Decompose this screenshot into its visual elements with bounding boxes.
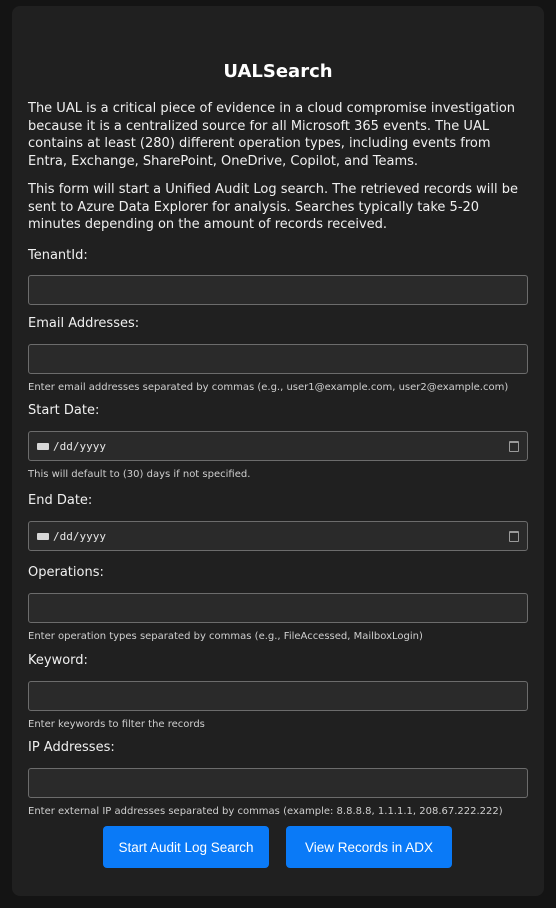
email-help-text: Enter email addresses separated by comma…	[28, 382, 509, 393]
end-date-label: End Date:	[28, 493, 93, 508]
keyword-input[interactable]	[28, 681, 528, 711]
start-date-placeholder: /dd/yyyy	[53, 439, 106, 453]
end-date-field-group: End Date: /dd/yyyy	[28, 493, 528, 551]
start-audit-log-search-button[interactable]: Start Audit Log Search	[103, 826, 269, 868]
email-label: Email Addresses:	[28, 316, 140, 331]
operations-field-group: Operations: Enter operation types separa…	[28, 565, 528, 643]
operations-label: Operations:	[28, 565, 104, 580]
ip-label: IP Addresses:	[28, 740, 115, 755]
tenant-input[interactable]	[28, 275, 528, 305]
tenant-field-group: TenantId:	[28, 248, 528, 305]
start-date-value: /dd/yyyy	[37, 440, 106, 453]
keyword-help-text: Enter keywords to filter the records	[28, 719, 205, 730]
start-date-help-text: This will default to (30) days if not sp…	[28, 469, 251, 480]
tenant-label: TenantId:	[28, 248, 88, 263]
email-field-group: Email Addresses: Enter email addresses s…	[28, 316, 528, 394]
start-date-input[interactable]: /dd/yyyy	[28, 431, 528, 461]
keyword-label: Keyword:	[28, 653, 88, 668]
intro-paragraph-2: This form will start a Unified Audit Log…	[28, 182, 518, 232]
email-input[interactable]	[28, 344, 528, 374]
intro-paragraph-1: The UAL is a critical piece of evidence …	[28, 101, 516, 169]
page-title: UALSearch	[223, 61, 333, 82]
month-segment	[37, 532, 49, 540]
calendar-icon[interactable]	[509, 530, 519, 542]
month-segment	[37, 442, 49, 450]
end-date-input[interactable]: /dd/yyyy	[28, 521, 528, 551]
start-date-label: Start Date:	[28, 403, 100, 418]
view-records-in-adx-button[interactable]: View Records in ADX	[286, 826, 452, 868]
keyword-field-group: Keyword: Enter keywords to filter the re…	[28, 653, 528, 731]
end-date-value: /dd/yyyy	[37, 530, 106, 543]
ip-field-group: IP Addresses: Enter external IP addresse…	[28, 740, 528, 818]
end-date-placeholder: /dd/yyyy	[53, 529, 106, 543]
ip-help-text: Enter external IP addresses separated by…	[28, 806, 503, 817]
start-date-field-group: Start Date: /dd/yyyy This will default t…	[28, 403, 528, 481]
ip-input[interactable]	[28, 768, 528, 798]
operations-input[interactable]	[28, 593, 528, 623]
calendar-icon[interactable]	[509, 440, 519, 452]
operations-help-text: Enter operation types separated by comma…	[28, 631, 423, 642]
